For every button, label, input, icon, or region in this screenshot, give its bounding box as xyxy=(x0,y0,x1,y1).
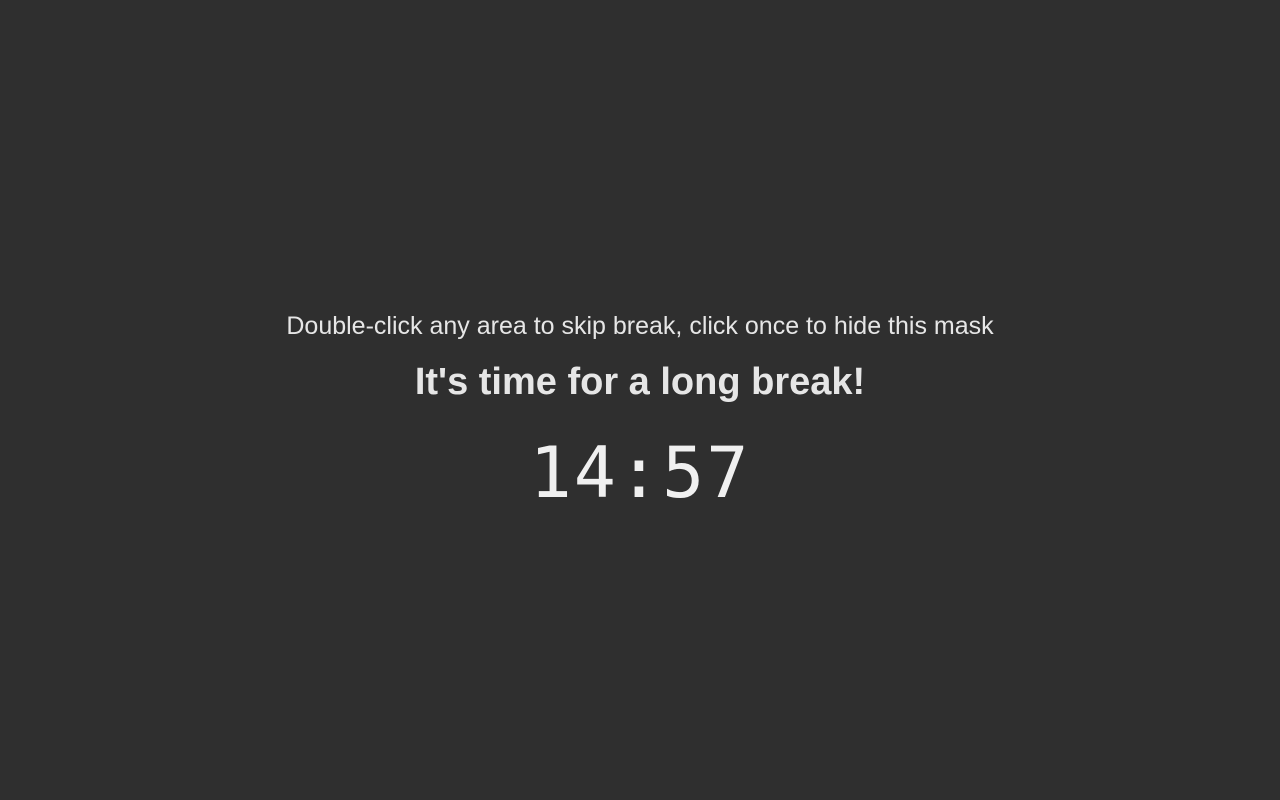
break-title: It's time for a long break! xyxy=(414,361,866,403)
countdown-timer: 14:57 xyxy=(529,432,751,514)
break-message-container: Double-click any area to skip break, cli… xyxy=(0,308,1280,515)
break-mask-overlay[interactable]: Double-click any area to skip break, cli… xyxy=(0,0,1280,800)
skip-hint-text: Double-click any area to skip break, cli… xyxy=(286,312,994,340)
